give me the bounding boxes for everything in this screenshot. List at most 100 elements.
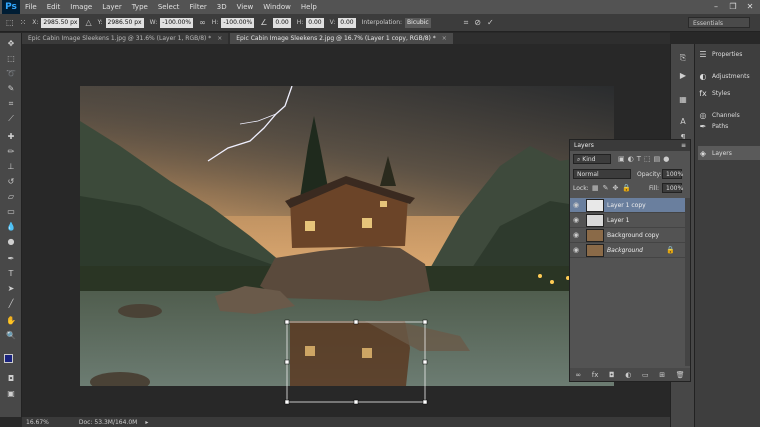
history-panel-icon[interactable]: ⎘ [675, 52, 691, 64]
history-brush-tool-icon[interactable]: ↺ [3, 176, 19, 188]
opacity-field[interactable]: 100% [662, 169, 683, 179]
layer-style-icon[interactable]: fx [592, 371, 599, 379]
menu-view[interactable]: View [232, 0, 259, 14]
close-tab-icon[interactable]: × [217, 35, 222, 42]
cancel-transform-icon[interactable]: ⊘ [474, 18, 481, 27]
character-panel-icon[interactable]: A [675, 116, 691, 128]
filter-kind-select[interactable]: ⌕ Kind [573, 154, 611, 164]
layers-scrollbar[interactable] [685, 198, 690, 366]
y-field[interactable]: 2986.50 px [105, 17, 144, 28]
reference-point-icon[interactable]: ⁙ [20, 18, 27, 27]
shape-tool-icon[interactable]: ╱ [3, 298, 19, 310]
menu-image[interactable]: Image [65, 0, 97, 14]
quick-select-tool-icon[interactable]: ✎ [3, 83, 19, 95]
filter-icons[interactable]: ▣◐T⬚▤● [618, 155, 688, 163]
vskew-field[interactable]: 0.00 [338, 17, 356, 28]
visibility-eye-icon[interactable]: ◉ [570, 246, 582, 254]
layers-icon: ◈ [699, 148, 707, 158]
layer-thumbnail [586, 228, 604, 242]
link-icon[interactable]: ∞ [199, 18, 206, 27]
adjustment-layer-icon[interactable]: ◐ [625, 371, 631, 379]
transform-bounding-box[interactable] [283, 318, 431, 408]
visibility-eye-icon[interactable]: ◉ [570, 231, 582, 239]
close-tab-icon[interactable]: × [442, 35, 447, 42]
type-tool-icon[interactable]: T [3, 268, 19, 280]
brush-tool-icon[interactable]: ✏ [3, 146, 19, 158]
zoom-level[interactable]: 16.67% [26, 419, 49, 426]
menu-window[interactable]: Window [258, 0, 296, 14]
layer-mask-icon[interactable]: ◘ [609, 371, 615, 379]
interpolation-select[interactable]: Bicubic [405, 17, 431, 28]
swatches-panel-icon[interactable]: ▦ [675, 94, 691, 106]
dock-styles[interactable]: fx Styles [698, 86, 760, 100]
minimize-button[interactable]: – [708, 0, 724, 14]
layer-thumbnail [586, 243, 604, 257]
visibility-eye-icon[interactable]: ◉ [570, 201, 582, 209]
new-layer-icon[interactable]: ⊞ [659, 371, 665, 379]
delta-icon[interactable]: △ [85, 18, 91, 27]
move-tool-icon[interactable]: ✥ [3, 38, 19, 50]
new-group-icon[interactable]: ▭ [642, 371, 649, 379]
healing-tool-icon[interactable]: ✚ [3, 131, 19, 143]
blend-mode-select[interactable]: Normal [573, 169, 631, 179]
layer-row[interactable]: ◉ Layer 1 [570, 213, 685, 228]
eraser-tool-icon[interactable]: ▱ [3, 191, 19, 203]
gradient-tool-icon[interactable]: ▭ [3, 206, 19, 218]
width-field[interactable]: -100.00% [160, 17, 194, 28]
layers-panel-header[interactable]: Layers ≡ [570, 140, 690, 151]
layer-row[interactable]: ◉ Layer 1 copy [570, 198, 685, 213]
stamp-tool-icon[interactable]: ⊥ [3, 161, 19, 173]
dock-channels[interactable]: ◎ Channels [698, 108, 760, 122]
path-selection-tool-icon[interactable]: ➤ [3, 283, 19, 295]
layer-row[interactable]: ◉ Background 🔒 [570, 243, 685, 258]
close-window-button[interactable]: ✕ [742, 0, 758, 14]
angle-field[interactable]: 0.00 [273, 17, 291, 28]
maximize-button[interactable]: ❐ [725, 0, 741, 14]
menu-type[interactable]: Type [127, 0, 153, 14]
interpolation-label: Interpolation: [361, 19, 403, 26]
menu-edit[interactable]: Edit [42, 0, 66, 14]
menu-select[interactable]: Select [153, 0, 185, 14]
tab-document-1[interactable]: Epic Cabin Image Sleekens 1.jpg @ 31.6% … [22, 33, 229, 44]
crop-tool-icon[interactable]: ⌗ [3, 98, 19, 110]
menu-3d[interactable]: 3D [212, 0, 232, 14]
menu-help[interactable]: Help [296, 0, 322, 14]
screen-mode-icon[interactable]: ▣ [3, 388, 19, 400]
link-layers-icon[interactable]: ∞ [575, 371, 581, 379]
dock-adjustments[interactable]: ◐ Adjustments [698, 69, 760, 83]
foreground-color-swatch[interactable] [4, 354, 13, 363]
transform-handle-bottom [353, 399, 359, 405]
blur-tool-icon[interactable]: 💧 [3, 221, 19, 233]
menu-file[interactable]: File [20, 0, 42, 14]
eyedropper-tool-icon[interactable]: ⟋ [3, 113, 19, 125]
warp-icon[interactable]: ⌗ [464, 18, 469, 28]
panel-menu-icon[interactable]: ≡ [681, 140, 686, 151]
dock-layers[interactable]: ◈ Layers [698, 146, 760, 160]
hand-tool-icon[interactable]: ✋ [3, 315, 19, 327]
zoom-tool-icon[interactable]: 🔍 [3, 330, 19, 342]
commit-transform-icon[interactable]: ✓ [487, 18, 494, 27]
menu-filter[interactable]: Filter [184, 0, 211, 14]
delete-layer-icon[interactable]: 🗑 [676, 371, 685, 379]
tab-document-2[interactable]: Epic Cabin Image Sleekens 2.jpg @ 16.7% … [230, 33, 453, 44]
visibility-eye-icon[interactable]: ◉ [570, 216, 582, 224]
lasso-tool-icon[interactable]: ➰ [3, 68, 19, 80]
status-menu-arrow-icon[interactable]: ▸ [145, 419, 148, 426]
dock-properties[interactable]: ☰ Properties [698, 47, 760, 61]
x-field[interactable]: 2985.50 px [41, 17, 80, 28]
actions-panel-icon[interactable]: ▶ [675, 70, 691, 82]
dodge-tool-icon[interactable]: ● [3, 236, 19, 248]
lock-icon: 🔒 [666, 246, 675, 254]
dock-paths[interactable]: ✒ Paths [698, 122, 760, 130]
hskew-field[interactable]: 0.00 [306, 17, 324, 28]
document-size[interactable]: Doc: 53.3M/164.0M [79, 419, 137, 426]
menu-layer[interactable]: Layer [97, 0, 127, 14]
workspace-select[interactable]: Essentials [688, 17, 750, 28]
fill-field[interactable]: 100% [662, 183, 683, 193]
height-field[interactable]: -100.00% [221, 17, 255, 28]
quick-mask-icon[interactable]: ◘ [3, 373, 19, 385]
lock-icons[interactable]: ▦✎✥🔒 [592, 184, 642, 192]
layer-row[interactable]: ◉ Background copy [570, 228, 685, 243]
pen-tool-icon[interactable]: ✒ [3, 253, 19, 265]
marquee-tool-icon[interactable]: ⬚ [3, 53, 19, 65]
